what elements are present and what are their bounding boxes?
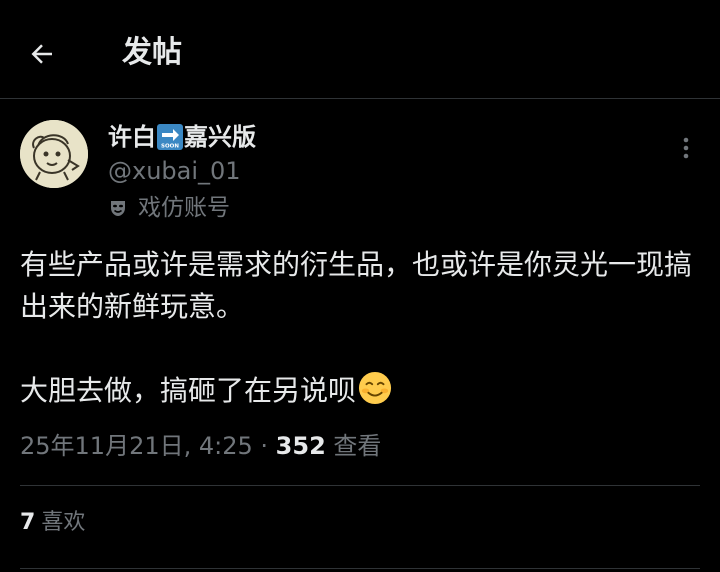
post-body: 有些产品或许是需求的衍生品，也或许是你灵光一现搞出来的新鲜玩意。 大胆去做，搞砸… (20, 244, 710, 412)
likes-count: 7 (20, 510, 36, 535)
soon-arrow-icon: SOON (157, 124, 183, 150)
parody-label-text: 戏仿账号 (138, 195, 230, 221)
back-button[interactable] (18, 30, 66, 78)
meta-separator: · (252, 432, 276, 460)
more-options-button[interactable] (672, 128, 700, 168)
author-handle[interactable]: @xubai_01 (108, 154, 241, 188)
arrow-left-icon (31, 44, 52, 64)
parody-account-label: 戏仿账号 (108, 191, 230, 225)
soon-badge-text: SOON (161, 144, 179, 150)
views-label: 查看 (333, 432, 382, 460)
likes-link[interactable]: 7 喜欢 (20, 506, 85, 540)
smiling-face-icon (358, 371, 392, 405)
views-count: 352 (275, 432, 326, 460)
divider (20, 568, 700, 569)
author-name-part2: 嘉兴版 (184, 123, 256, 151)
theater-mask-icon (111, 201, 125, 216)
post-timestamp[interactable]: 25年11月21日, 4:25 (20, 432, 253, 460)
post-text: 有些产品或许是需求的衍生品，也或许是你灵光一现搞出来的新鲜玩意。 大胆去做，搞砸… (20, 248, 693, 407)
more-vertical-icon (683, 137, 689, 159)
author-name[interactable]: 许白 SOON 嘉兴版 (108, 120, 256, 154)
avatar-illustration (20, 120, 88, 188)
avatar[interactable] (20, 120, 88, 188)
author-name-part1: 许白 (108, 123, 156, 151)
page-title: 发帖 (122, 35, 182, 70)
divider (20, 485, 700, 486)
top-bar: 发帖 (0, 0, 720, 99)
post-meta: 25年11月21日, 4:25 · 352 查看 (20, 428, 381, 464)
likes-label: 喜欢 (41, 510, 86, 535)
